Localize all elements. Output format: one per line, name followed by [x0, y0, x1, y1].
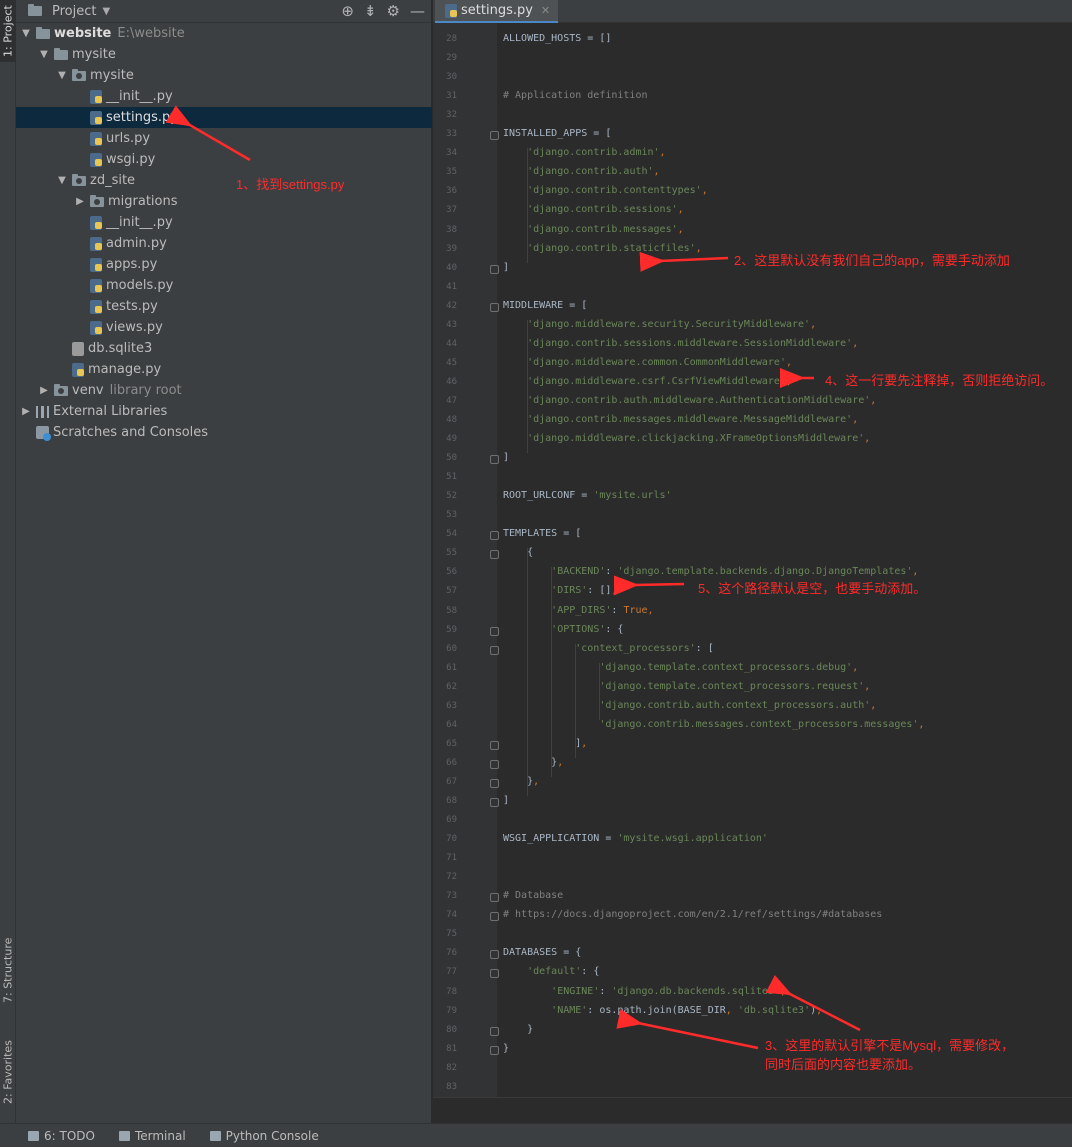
- python-console-tool-button[interactable]: Python Console: [209, 1128, 319, 1143]
- python-console-label: Python Console: [225, 1128, 319, 1143]
- annotation-3-line2: 同时后面的内容也要添加。: [765, 1057, 922, 1072]
- terminal-icon: [118, 1130, 130, 1141]
- arrow-3b: [616, 1009, 759, 1050]
- arrow-3a: [765, 974, 861, 1032]
- arrow-2: [639, 251, 729, 272]
- terminal-tool-button[interactable]: Terminal: [118, 1128, 186, 1143]
- terminal-label: Terminal: [134, 1128, 186, 1143]
- annotation-1: 1、找到settings.py: [236, 177, 345, 192]
- bottom-tool-bar: 6: TODO Terminal Python Console: [0, 1123, 1072, 1147]
- python-console-icon: [209, 1130, 221, 1141]
- todo-tool-button[interactable]: 6: TODO: [28, 1129, 95, 1143]
- annotation-3-line1: 3、这里的默认引擎不是Mysql，需要修改，: [765, 1038, 1015, 1053]
- annotation-2: 2、这里默认没有我们自己的app，需要手动添加: [734, 253, 1010, 268]
- annotation-arrows: [165, 105, 861, 1050]
- annotation-5: 5、这个路径默认是空，也要手动添加。: [698, 581, 927, 596]
- annotation-4: 4、这一行要先注释掉，否则拒绝访问。: [825, 373, 1054, 388]
- arrow-1: [165, 105, 251, 162]
- arrow-5: [613, 575, 685, 596]
- list-icon: [28, 1130, 39, 1141]
- todo-label: 6: TODO: [44, 1128, 95, 1143]
